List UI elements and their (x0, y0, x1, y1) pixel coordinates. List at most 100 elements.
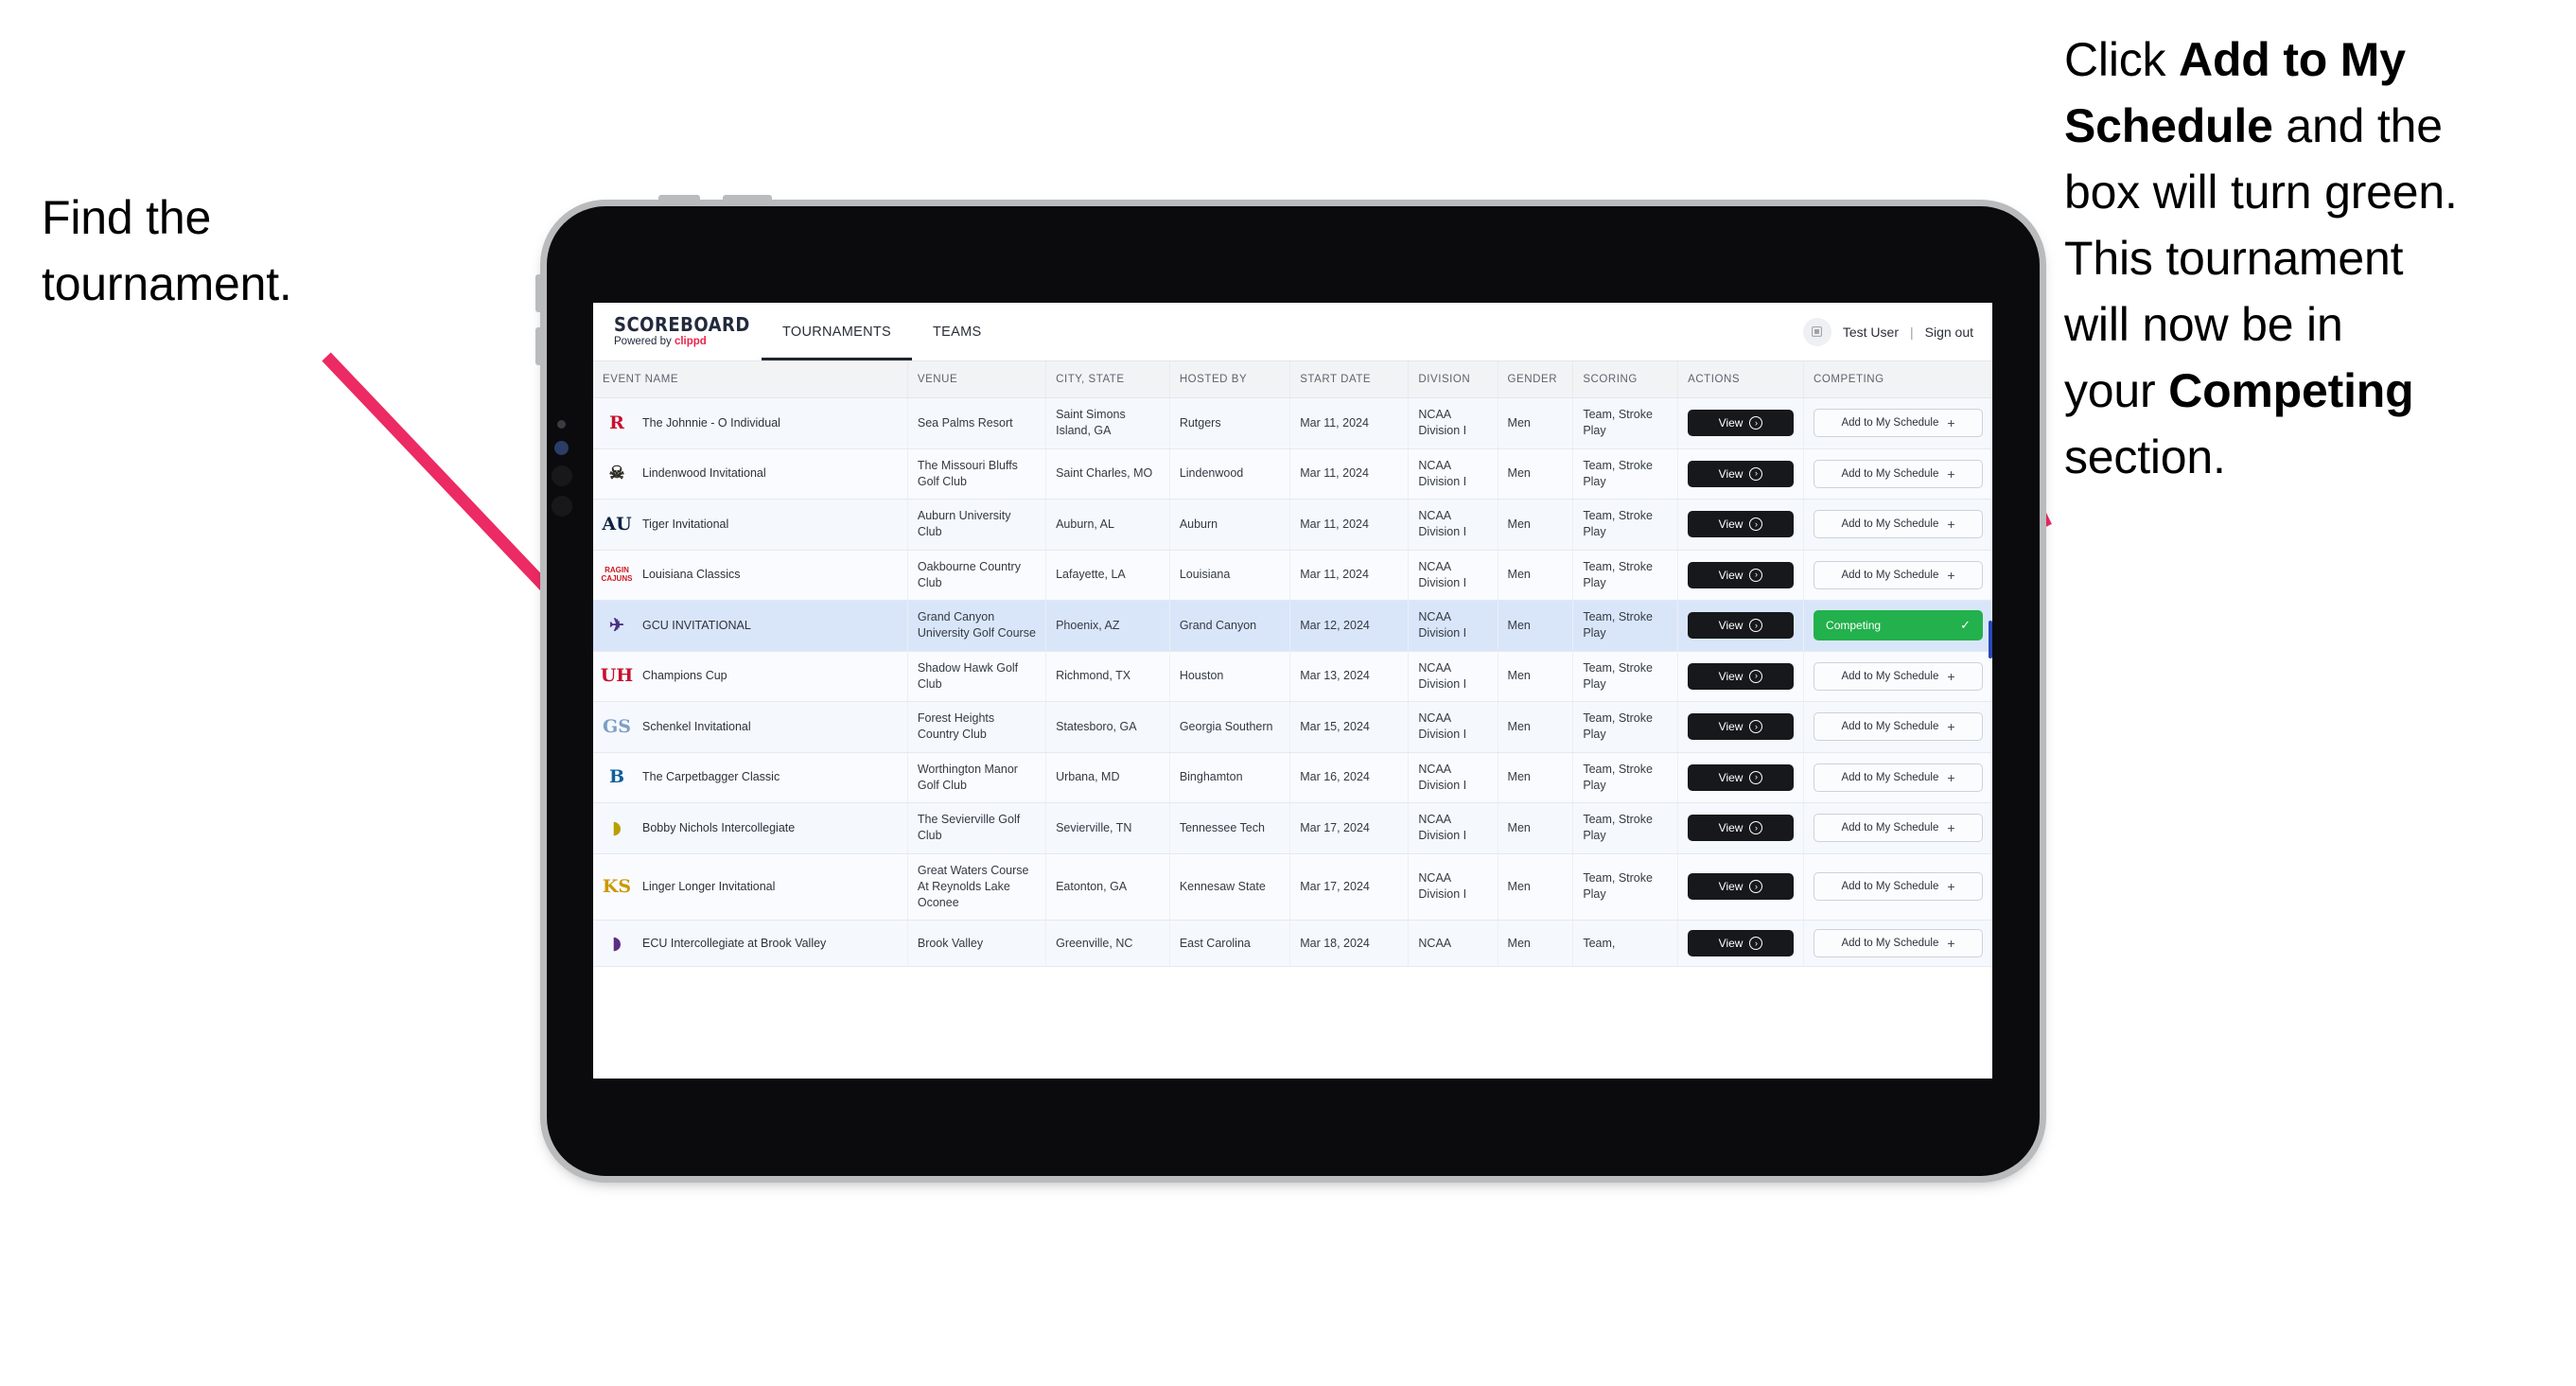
add-to-my-schedule-button[interactable]: Add to My Schedule + (1814, 459, 1983, 488)
table-row[interactable]: ☠ Lindenwood Invitational The Missouri Blu… (593, 448, 1992, 500)
tab-tournaments[interactable]: TOURNAMENTS (762, 303, 913, 360)
view-button[interactable]: View › (1688, 873, 1795, 901)
cell-gender: Men (1498, 600, 1574, 652)
device-button-left-a[interactable] (535, 274, 547, 312)
view-button[interactable]: View › (1688, 561, 1795, 588)
view-button[interactable]: View › (1688, 612, 1795, 640)
view-button[interactable]: View › (1688, 930, 1795, 957)
cell-city-state: Auburn, AL (1045, 499, 1170, 551)
brand-logo[interactable]: SCOREBOARD Powered by clippd (614, 315, 749, 348)
arrow-right-circle-icon: › (1749, 720, 1763, 734)
cell-start-date: Mar 17, 2024 (1289, 802, 1410, 854)
annotation-emphasis: Add to My (2179, 33, 2406, 86)
col-start-date[interactable]: START DATE (1289, 361, 1410, 398)
cell-gender: Men (1498, 802, 1574, 854)
add-to-my-schedule-button[interactable]: Add to My Schedule + (1814, 661, 1983, 691)
plus-icon: + (1947, 936, 1955, 952)
add-to-my-schedule-button[interactable]: Add to My Schedule + (1814, 510, 1983, 539)
add-to-my-schedule-label: Add to My Schedule (1841, 467, 1939, 480)
col-division[interactable]: DIVISION (1408, 361, 1498, 398)
cell-event-name: B The Carpetbagger Classic (593, 752, 908, 803)
add-to-my-schedule-button[interactable]: Add to My Schedule + (1814, 763, 1983, 792)
arrow-right-circle-icon: › (1749, 669, 1763, 683)
cell-actions: View › (1677, 752, 1805, 803)
competing-button[interactable]: Competing ✓ (1814, 610, 1983, 641)
cell-venue: Oakbourne Country Club (907, 550, 1047, 601)
col-hosted-by[interactable]: HOSTED BY (1169, 361, 1291, 398)
team-logo-icon: GS (603, 715, 631, 737)
device-button-volume-down[interactable] (723, 195, 772, 206)
cell-hosted-by: Lindenwood (1169, 448, 1291, 500)
add-to-my-schedule-label: Add to My Schedule (1841, 721, 1939, 733)
table-row[interactable]: RAGIN CAJUNS Louisiana Classics Oakbourne … (593, 550, 1992, 601)
table-row[interactable]: UH Champions Cup Shadow Hawk Golf Club Rich… (593, 651, 1992, 702)
view-button[interactable]: View › (1688, 713, 1795, 741)
table-row[interactable]: R The Johnnie - O Individual Sea Palms Res… (593, 397, 1992, 449)
add-to-my-schedule-button[interactable]: Add to My Schedule + (1814, 560, 1983, 589)
view-button[interactable]: View › (1688, 410, 1795, 437)
table-row[interactable]: ✈ GCU INVITATIONAL Grand Canyon University… (593, 600, 1992, 652)
col-event-name[interactable]: EVENT NAME (593, 361, 908, 398)
cell-competing: Add to My Schedule + (1803, 701, 1992, 753)
annotation-right-line-1: Click Add to My (2064, 36, 2576, 83)
header-separator: | (1909, 324, 1914, 340)
view-button[interactable]: View › (1688, 460, 1795, 487)
event-name-wrapper: GS Schenkel Invitational (603, 713, 898, 740)
plus-icon: + (1947, 879, 1955, 895)
tab-teams[interactable]: TEAMS (912, 303, 1002, 360)
cell-actions: View › (1677, 448, 1805, 500)
user-grid-icon[interactable] (1802, 317, 1831, 346)
table-row[interactable]: AU Tiger Invitational Auburn University Cl… (593, 499, 1992, 551)
device-speaker-hole-1 (552, 465, 572, 486)
add-to-my-schedule-button[interactable]: Add to My Schedule + (1814, 872, 1983, 902)
cell-gender: Men (1498, 920, 1574, 968)
add-to-my-schedule-button[interactable]: Add to My Schedule + (1814, 929, 1983, 958)
col-scoring[interactable]: SCORING (1572, 361, 1679, 398)
table-row[interactable]: GS Schenkel Invitational Forest Heights Co… (593, 701, 1992, 753)
cell-start-date: Mar 16, 2024 (1289, 752, 1410, 803)
device-sensor-dot (557, 420, 566, 429)
col-city-state[interactable]: CITY, STATE (1045, 361, 1170, 398)
col-gender[interactable]: GENDER (1498, 361, 1574, 398)
cell-city-state: Statesboro, GA (1045, 701, 1170, 753)
view-button[interactable]: View › (1688, 815, 1795, 842)
cell-city-state: Richmond, TX (1045, 651, 1170, 702)
cell-hosted-by: Louisiana (1169, 550, 1291, 601)
cell-event-name: ✈ GCU INVITATIONAL (593, 600, 908, 652)
team-logo-icon: R (609, 412, 624, 433)
table-row[interactable]: ◗ ECU Intercollegiate at Brook Valley Broo… (593, 920, 1992, 968)
user-grid-icon-svg (1812, 326, 1823, 337)
table-row[interactable]: B The Carpetbagger Classic Worthington Man… (593, 752, 1992, 803)
arrow-right-circle-icon: › (1749, 880, 1763, 894)
add-to-my-schedule-button[interactable]: Add to My Schedule + (1814, 409, 1983, 438)
cell-division: NCAA Division I (1408, 600, 1498, 652)
vertical-scrollbar[interactable] (1989, 621, 1992, 658)
view-button[interactable]: View › (1688, 763, 1795, 791)
add-to-my-schedule-button[interactable]: Add to My Schedule + (1814, 712, 1983, 742)
table-row[interactable]: KS Linger Longer Invitational Great Waters… (593, 853, 1992, 921)
view-button[interactable]: View › (1688, 662, 1795, 690)
col-venue[interactable]: VENUE (907, 361, 1047, 398)
cell-actions: View › (1677, 600, 1805, 652)
cell-hosted-by: Georgia Southern (1169, 701, 1291, 753)
annotation-text: box will turn green. (2064, 166, 2458, 219)
event-name-wrapper: RAGIN CAJUNS Louisiana Classics (602, 562, 898, 588)
add-to-my-schedule-button[interactable]: Add to My Schedule + (1814, 814, 1983, 843)
table-row[interactable]: ◗ Bobby Nichols Intercollegiate The Sevier… (593, 802, 1992, 854)
event-name-label: Bobby Nichols Intercollegiate (642, 820, 796, 834)
team-logo-icon: B (608, 766, 625, 788)
cell-division: NCAA Division I (1408, 550, 1498, 601)
device-button-volume-up[interactable] (658, 195, 700, 206)
cell-gender: Men (1498, 651, 1574, 702)
sign-out-link[interactable]: Sign out (1925, 325, 1973, 340)
view-button[interactable]: View › (1688, 511, 1795, 538)
cell-venue: The Sevierville Golf Club (907, 802, 1047, 854)
cell-venue: Sea Palms Resort (907, 397, 1047, 449)
cell-venue: Shadow Hawk Golf Club (907, 651, 1047, 702)
device-button-left-b[interactable] (535, 327, 547, 365)
annotation-emphasis: Competing (2168, 364, 2414, 417)
cell-hosted-by: Kennesaw State (1169, 853, 1291, 921)
cell-gender: Men (1498, 752, 1574, 803)
annotation-emphasis: Schedule (2064, 99, 2273, 152)
event-name-label: GCU INVITATIONAL (642, 618, 751, 632)
